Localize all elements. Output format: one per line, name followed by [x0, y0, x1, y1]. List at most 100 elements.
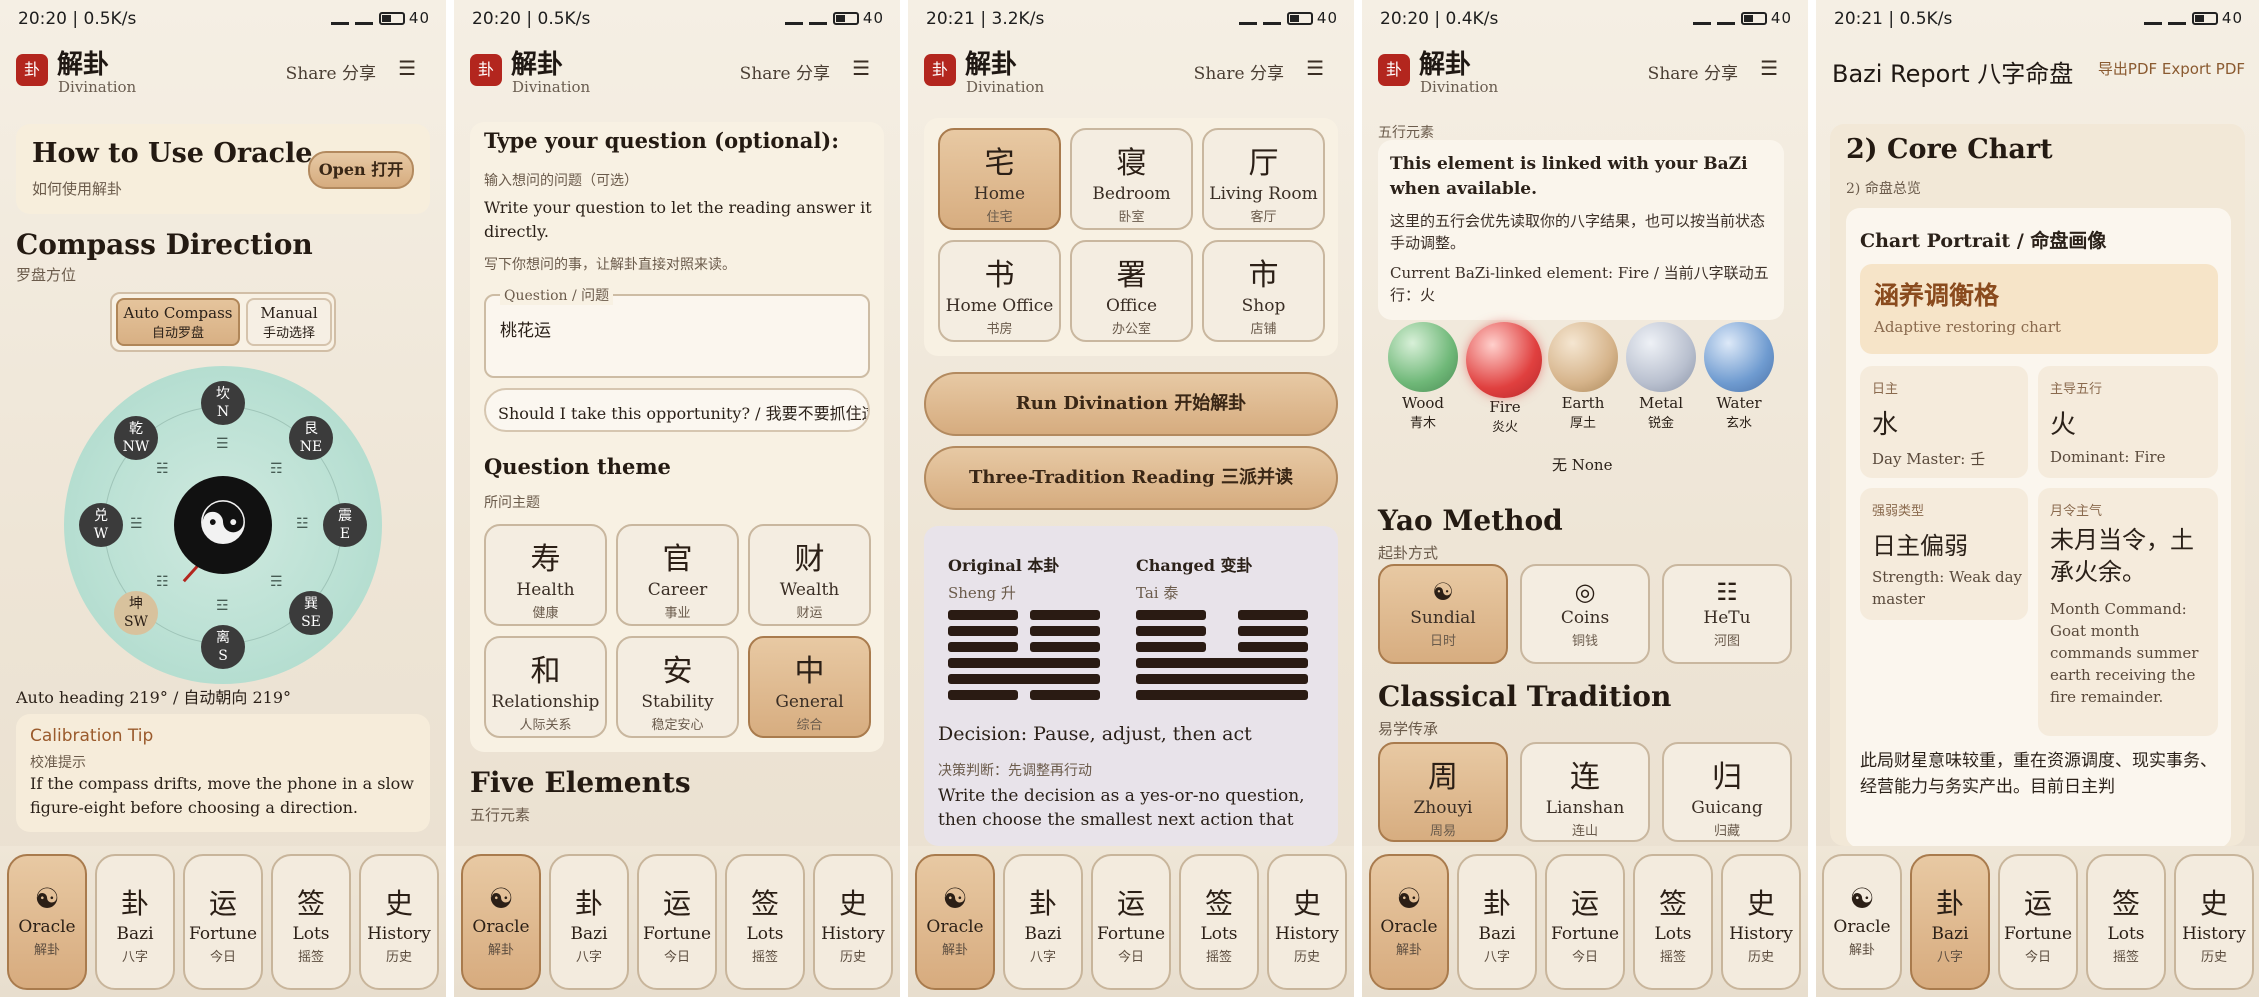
dir-ne[interactable]: 艮 NE: [289, 416, 333, 460]
theme-relationship[interactable]: 和 Relationship 人际关系: [484, 636, 607, 738]
wood-orb-icon: [1388, 322, 1458, 392]
menu-icon[interactable]: ☰: [852, 56, 870, 80]
history-icon: 史: [2199, 887, 2228, 920]
share-button[interactable]: Share 分享: [1194, 59, 1284, 84]
screen-oracle-run: 20:21 | 3.2K/s 40 卦 解卦 Divination Share …: [908, 0, 1354, 997]
place-office[interactable]: 署 Office 办公室: [1070, 240, 1193, 342]
changed-label: Changed 变卦: [1136, 556, 1253, 575]
dir-n[interactable]: 坎N: [201, 381, 245, 425]
nav-lots[interactable]: 签 Lots 摇签: [271, 854, 351, 990]
suggestion-chip[interactable]: Should I take this opportunity? / 我要不要抓住…: [484, 388, 870, 432]
menu-icon[interactable]: ☰: [1760, 56, 1778, 80]
bazi-icon: 卦: [1935, 887, 1964, 920]
auto-compass-cn: 自动罗盘: [151, 326, 204, 341]
tooltip-title: This element is linked with your BaZi wh…: [1390, 154, 1748, 199]
compass-dial[interactable]: 坎N 艮 NE 震E 巽 SE 离S 坤 SW 兑W 乾 NW ☰ ☶ ☳ ☴ ☲ ☷ …: [64, 366, 382, 684]
place-home-office[interactable]: 书 Home Office 书房: [938, 240, 1061, 342]
nav-history[interactable]: 史 History 历史: [1267, 854, 1347, 990]
nav-lots[interactable]: 签 Lots 摇签: [1179, 854, 1259, 990]
how-title: How to Use Oracle: [32, 138, 313, 169]
nav-bazi[interactable]: 卦 Bazi 八字: [1910, 854, 1990, 990]
five-elements-title: Five Elements: [470, 766, 691, 799]
nav-bazi[interactable]: 卦 Bazi 八字: [1457, 854, 1537, 990]
trigram-se-icon: ☴: [270, 574, 283, 590]
share-button[interactable]: Share 分享: [286, 59, 376, 84]
nav-lots[interactable]: 签 Lots 摇签: [1633, 854, 1713, 990]
nav-history[interactable]: 史 History 历史: [359, 854, 439, 990]
nav-oracle[interactable]: ☯ Oracle 解卦: [1822, 854, 1902, 990]
open-button[interactable]: Open 打开: [308, 151, 414, 189]
nav-history[interactable]: 史 History 历史: [1721, 854, 1801, 990]
share-button[interactable]: Share 分享: [740, 59, 830, 84]
nav-fortune[interactable]: 运 Fortune 今日: [1545, 854, 1625, 990]
nav-bazi[interactable]: 卦 Bazi 八字: [1003, 854, 1083, 990]
classical-subtitle: 易学传承: [1378, 720, 1439, 738]
theme-wealth[interactable]: 财 Wealth 财运: [748, 524, 871, 626]
five-elements-subtitle: 五行元素: [470, 806, 531, 824]
method-coins[interactable]: ◎ Coins 铜钱: [1520, 564, 1650, 664]
app-logo: 卦: [16, 54, 48, 86]
nav-oracle[interactable]: ☯ Oracle 解卦: [7, 854, 87, 990]
nav-history[interactable]: 史 History 历史: [813, 854, 893, 990]
core-chart-card: 2) Core Chart 2) 命盘总览 Chart Portrait / 命…: [1830, 124, 2245, 848]
nav-oracle[interactable]: ☯ Oracle 解卦: [915, 854, 995, 990]
question-input-label: Question / 问题: [500, 285, 614, 305]
place-home[interactable]: 宅 Home 住宅: [938, 128, 1061, 230]
fortune-icon: 运: [208, 887, 237, 920]
dir-nw[interactable]: 乾 NW: [114, 416, 158, 460]
nav-lots[interactable]: 签 Lots 摇签: [2086, 854, 2166, 990]
question-input[interactable]: Question / 问题 桃花运: [484, 285, 870, 378]
element-earth[interactable]: Earth 厚土: [1548, 322, 1618, 431]
auto-compass-button[interactable]: Auto Compass 自动罗盘: [116, 298, 240, 346]
element-none-option[interactable]: 无 None: [1552, 454, 1612, 475]
dir-sw[interactable]: 坤 SW: [114, 591, 158, 635]
place-bedroom[interactable]: 寝 Bedroom 卧室: [1070, 128, 1193, 230]
core-subtitle: 2) 命盘总览: [1846, 181, 1921, 197]
element-fire[interactable]: Fire 炎火: [1466, 322, 1544, 435]
nav-bazi[interactable]: 卦 Bazi 八字: [549, 854, 629, 990]
bazi-icon: 卦: [1482, 887, 1511, 920]
nav-lots[interactable]: 签 Lots 摇签: [725, 854, 805, 990]
nav-bazi[interactable]: 卦 Bazi 八字: [95, 854, 175, 990]
three-tradition-button[interactable]: Three-Tradition Reading 三派并读: [924, 446, 1338, 510]
run-divination-button[interactable]: Run Divination 开始解卦: [924, 372, 1338, 436]
dir-e[interactable]: 震E: [323, 503, 367, 547]
dir-se[interactable]: 巽 SE: [289, 591, 333, 635]
classical-title: Classical Tradition: [1378, 680, 1672, 713]
method-sundial[interactable]: ☯ Sundial 日时: [1378, 564, 1508, 664]
signal-icon: [330, 13, 349, 25]
share-button[interactable]: Share 分享: [1648, 59, 1738, 84]
menu-icon[interactable]: ☰: [1306, 56, 1324, 80]
nav-fortune[interactable]: 运 Fortune 今日: [1091, 854, 1171, 990]
tradition-lianshan[interactable]: 连 Lianshan 连山: [1520, 742, 1650, 842]
nav-history[interactable]: 史 History 历史: [2174, 854, 2254, 990]
dir-w[interactable]: 兑W: [79, 503, 123, 547]
status-icons: 40: [1692, 9, 1792, 27]
nav-oracle[interactable]: ☯ Oracle 解卦: [1369, 854, 1449, 990]
nav-oracle[interactable]: ☯ Oracle 解卦: [461, 854, 541, 990]
manual-button[interactable]: Manual 手动选择: [246, 298, 332, 346]
element-wood[interactable]: Wood 青木: [1388, 322, 1458, 431]
element-water[interactable]: Water 玄水: [1704, 322, 1774, 431]
lots-icon: 签: [1204, 887, 1233, 920]
element-metal[interactable]: Metal 锐金: [1626, 322, 1696, 431]
nav-fortune[interactable]: 运 Fortune 今日: [1998, 854, 2078, 990]
nav-fortune[interactable]: 运 Fortune 今日: [637, 854, 717, 990]
wifi-icon: [2167, 13, 2186, 25]
theme-career[interactable]: 官 Career 事业: [616, 524, 739, 626]
battery-icon: [378, 12, 405, 25]
method-hetu[interactable]: ☷ HeTu 河图: [1662, 564, 1792, 664]
tradition-zhouyi[interactable]: 周 Zhouyi 周易: [1378, 742, 1508, 842]
compass-title: Compass Direction: [16, 228, 313, 261]
tradition-guicang[interactable]: 归 Guicang 归藏: [1662, 742, 1792, 842]
nav-fortune[interactable]: 运 Fortune 今日: [183, 854, 263, 990]
place-living-room[interactable]: 厅 Living Room 客厅: [1202, 128, 1325, 230]
menu-icon[interactable]: ☰: [398, 56, 416, 80]
dir-s[interactable]: 离S: [201, 625, 245, 669]
place-shop[interactable]: 市 Shop 店铺: [1202, 240, 1325, 342]
theme-stability[interactable]: 安 Stability 稳定安心: [616, 636, 739, 738]
battery-level: 40: [862, 9, 884, 27]
theme-health[interactable]: 寿 Health 健康: [484, 524, 607, 626]
theme-general[interactable]: 中 General 综合: [748, 636, 871, 738]
export-pdf-button[interactable]: 导出PDF Export PDF: [2098, 58, 2245, 79]
